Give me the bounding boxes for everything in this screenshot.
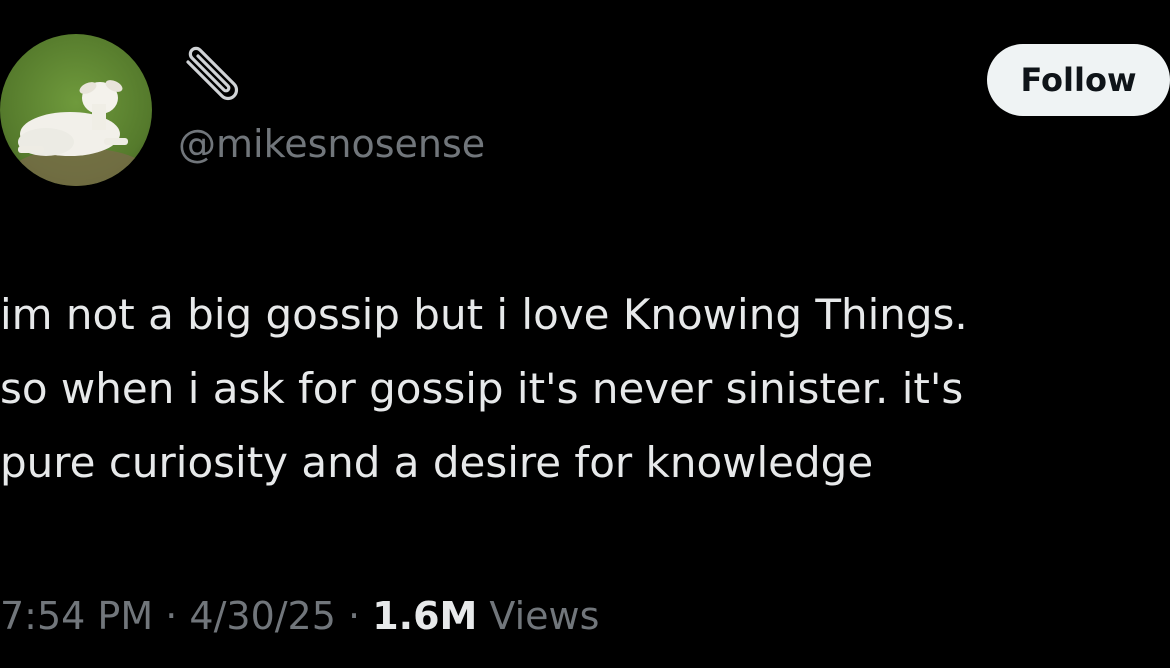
tweet-card: @mikesnosense Follow im not a big gossip… (0, 0, 1170, 668)
tweet-text: im not a big gossip but i love Knowing T… (0, 278, 1170, 500)
follow-button[interactable]: Follow (987, 44, 1170, 116)
views-count: 1.6M (372, 594, 478, 638)
meta-separator: · (165, 594, 178, 638)
views-label: Views (489, 594, 600, 638)
user-handle[interactable]: @mikesnosense (178, 120, 485, 168)
user-avatar[interactable] (0, 34, 152, 186)
lamb-avatar-image (0, 34, 152, 186)
tweet-text-line: im not a big gossip but i love Knowing T… (0, 290, 968, 339)
tweet-meta: 7:54 PM · 4/30/25 · 1.6M Views (0, 588, 599, 644)
meta-separator: · (348, 594, 361, 638)
tweet-date[interactable]: 4/30/25 (189, 594, 336, 638)
tweet-text-line: so when i ask for gossip it's never sini… (0, 364, 964, 413)
paperclip-icon (178, 44, 244, 110)
tweet-text-line: pure curiosity and a desire for knowledg… (0, 438, 874, 487)
tweet-time[interactable]: 7:54 PM (0, 594, 153, 638)
